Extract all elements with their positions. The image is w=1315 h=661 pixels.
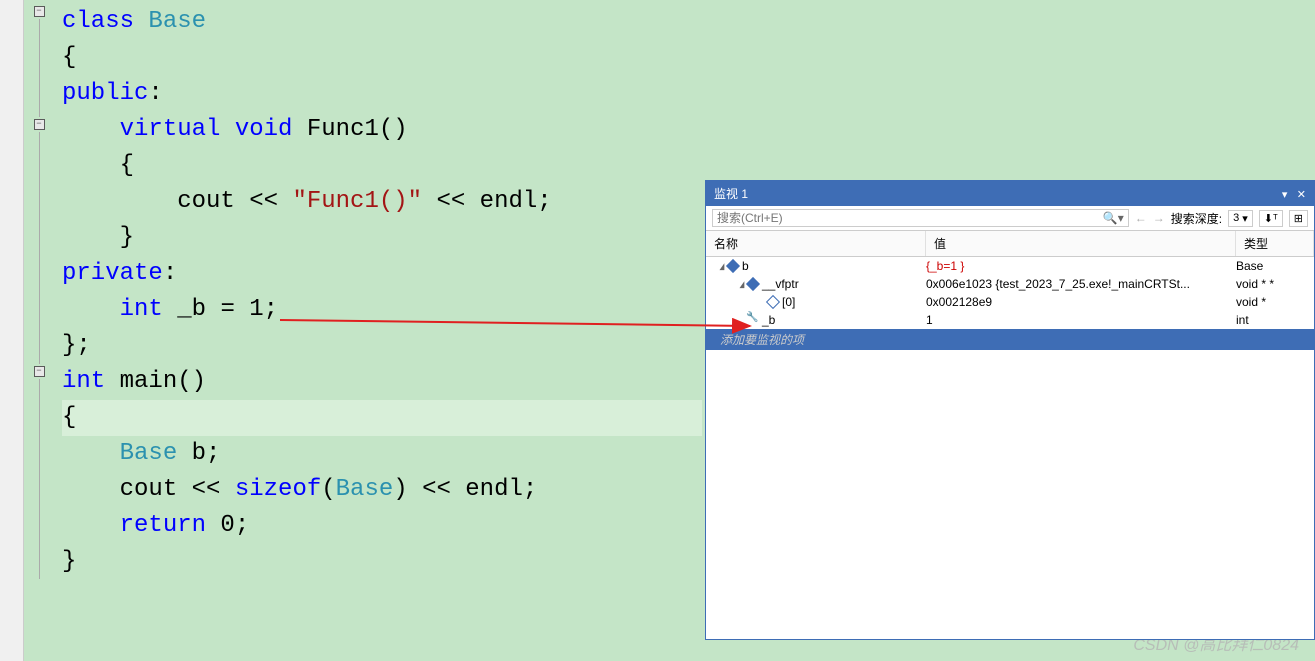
code-line[interactable]: { — [62, 400, 702, 436]
search-icon[interactable]: 🔍▾ — [1103, 211, 1124, 225]
watch-var-name: [0] — [782, 295, 795, 309]
cube-outline-icon — [766, 295, 780, 309]
watch-row[interactable]: ◢__vfptr0x006e1023 {test_2023_7_25.exe!_… — [706, 275, 1314, 293]
col-header-type[interactable]: 类型 — [1236, 231, 1314, 256]
close-icon[interactable]: ✕ — [1297, 189, 1306, 201]
code-line[interactable]: virtual void Func1() — [62, 112, 1315, 148]
toolbar-btn-1[interactable]: ⬇ᵀ — [1259, 210, 1283, 227]
cube-icon — [726, 259, 740, 273]
watch-row[interactable]: [0] 0x002128e9void * — [706, 293, 1314, 311]
watch-columns: 名称 值 类型 — [706, 231, 1314, 257]
watch-var-type: Base — [1236, 259, 1314, 273]
watch-row[interactable]: ◢b{_b=1 }Base — [706, 257, 1314, 275]
line-gutter — [0, 0, 24, 661]
watch-var-name: __vfptr — [762, 277, 799, 291]
wrench-icon — [748, 315, 758, 325]
code-line[interactable]: { — [62, 40, 1315, 76]
watch-row[interactable]: _b 1int — [706, 311, 1314, 329]
fold-toggle[interactable]: − — [34, 366, 45, 377]
dropdown-icon[interactable]: ▾ — [1282, 189, 1288, 201]
code-line[interactable]: class Base — [62, 4, 1315, 40]
watch-var-type: void * * — [1236, 277, 1314, 291]
watch-var-name: _b — [762, 313, 775, 327]
watch-titlebar[interactable]: 监视 1 ▾ ✕ — [706, 181, 1314, 206]
watch-var-name: b — [742, 259, 749, 273]
nav-next-icon[interactable]: → — [1153, 211, 1165, 225]
col-header-value[interactable]: 值 — [926, 231, 1236, 256]
code-line[interactable]: { — [62, 148, 1315, 184]
search-input[interactable] — [717, 211, 1103, 225]
search-input-wrap: 🔍▾ — [712, 209, 1129, 227]
code-line[interactable]: public: — [62, 76, 1315, 112]
fold-toggle[interactable]: − — [34, 119, 45, 130]
add-watch-item[interactable]: 添加要监视的项 — [706, 329, 1314, 350]
depth-label: 搜索深度: — [1171, 210, 1222, 227]
watch-panel: 监视 1 ▾ ✕ 🔍▾ ← → 搜索深度: 3 ▾ ⬇ᵀ ⊞ 名称 值 类型 ◢… — [705, 180, 1315, 640]
toolbar-btn-2[interactable]: ⊞ — [1289, 210, 1308, 227]
nav-prev-icon[interactable]: ← — [1135, 211, 1147, 225]
watch-rows: ◢b{_b=1 }Base◢__vfptr0x006e1023 {test_20… — [706, 257, 1314, 350]
watch-var-type: void * — [1236, 295, 1314, 309]
fold-toggle[interactable]: − — [34, 6, 45, 17]
watch-var-value: 0x006e1023 {test_2023_7_25.exe!_mainCRTS… — [926, 277, 1236, 291]
watch-var-type: int — [1236, 313, 1314, 327]
watch-var-value: 1 — [926, 313, 1236, 327]
watch-title-text: 监视 1 — [714, 185, 748, 202]
watch-var-value: 0x002128e9 — [926, 295, 1236, 309]
depth-value[interactable]: 3 ▾ — [1228, 210, 1253, 227]
watch-var-value: {_b=1 } — [926, 259, 1236, 273]
watch-toolbar: 🔍▾ ← → 搜索深度: 3 ▾ ⬇ᵀ ⊞ — [706, 206, 1314, 231]
cube-icon — [746, 277, 760, 291]
col-header-name[interactable]: 名称 — [706, 231, 926, 256]
fold-gutter: − − − — [24, 0, 54, 661]
